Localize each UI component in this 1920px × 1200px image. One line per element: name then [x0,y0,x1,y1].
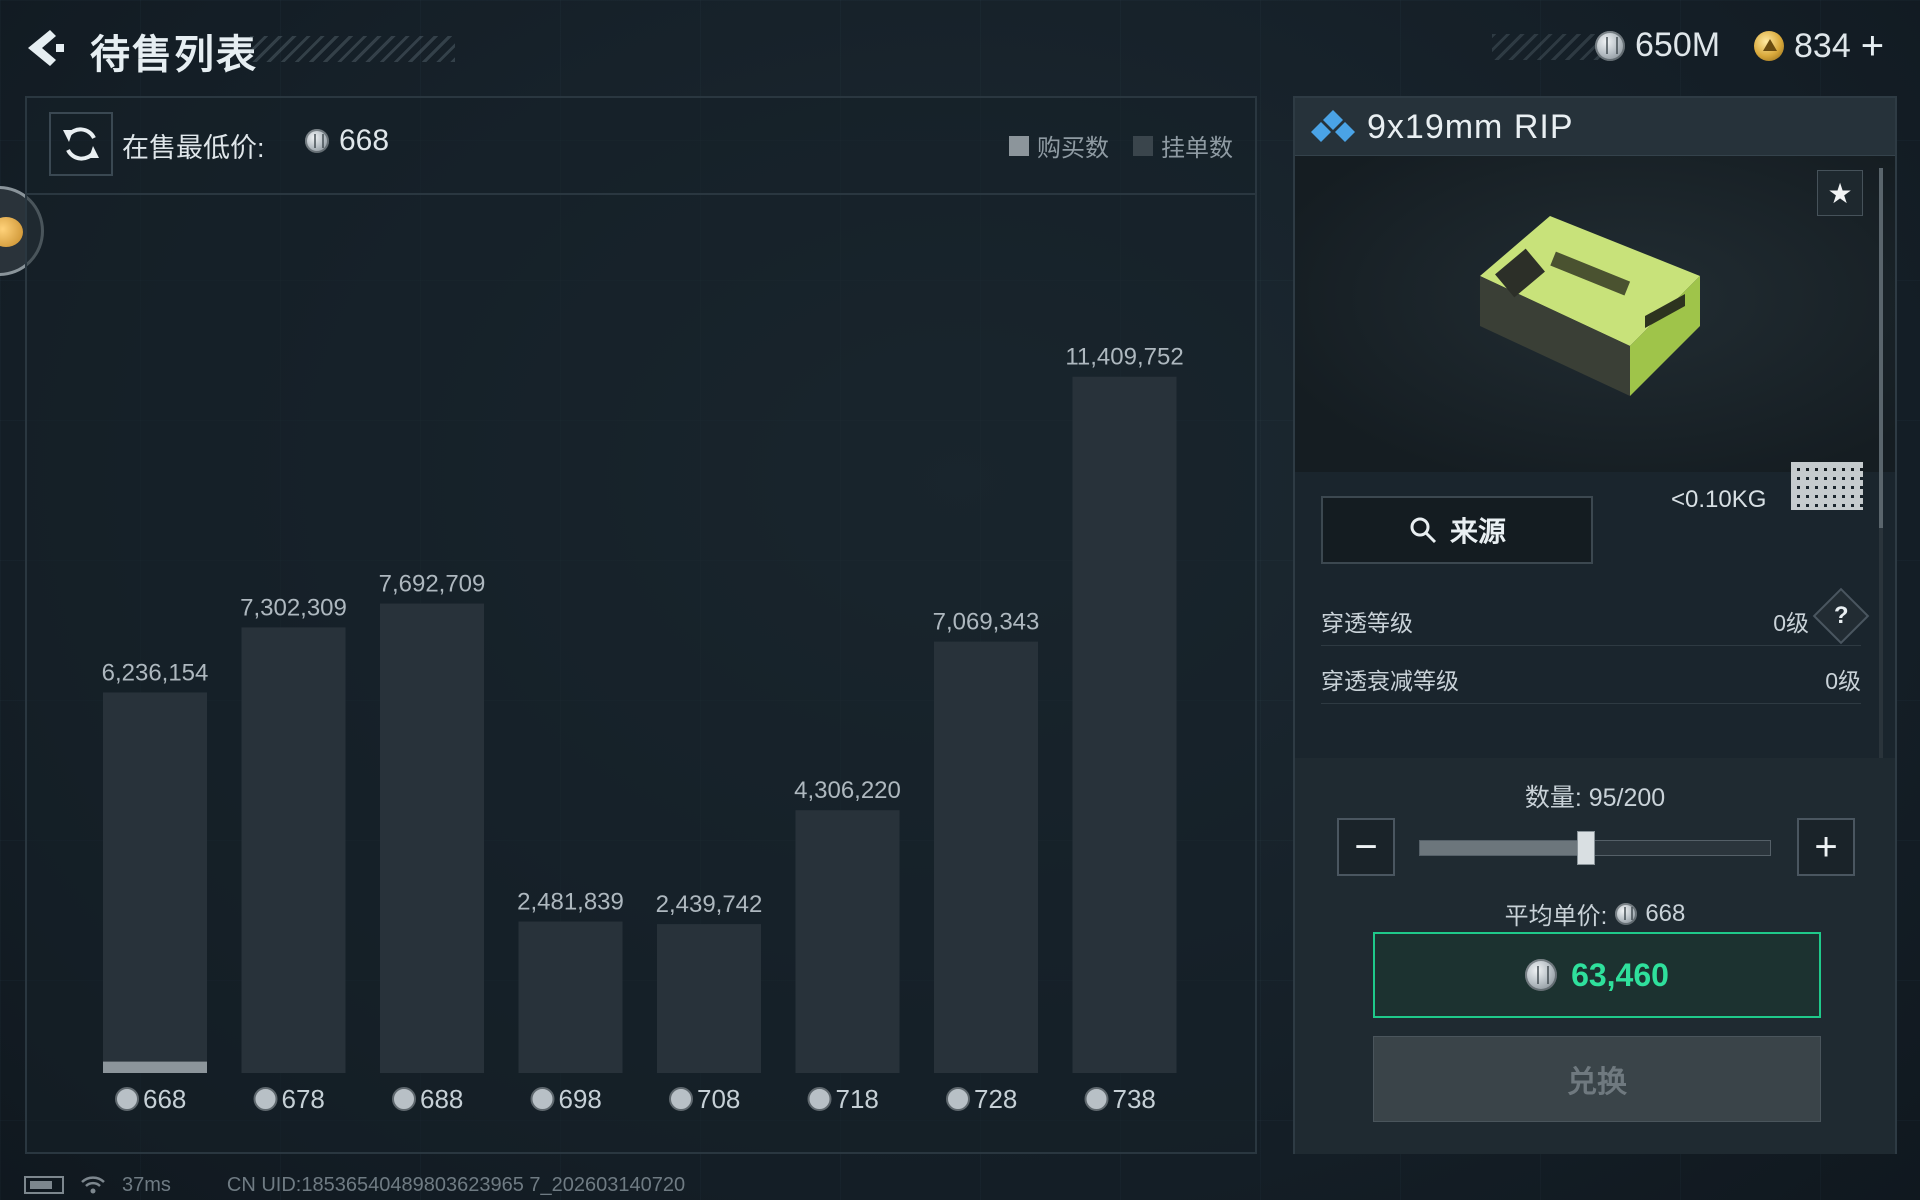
order-bar[interactable] [657,924,761,1073]
help-button[interactable]: ? [1812,587,1870,645]
attribute-row-penetration-decay: 穿透衰减等级 0级 [1321,646,1861,704]
order-bar[interactable] [380,603,484,1073]
silver-coin-icon [1525,959,1558,991]
gold-currency: 834 + [1754,26,1884,66]
price-tick-label: 708 [697,1084,740,1114]
add-currency-button[interactable]: + [1861,26,1884,66]
status-bar: 37ms CN UID:18536540489803623965 7_20260… [24,1172,685,1198]
gold-amount: 834 [1794,26,1851,65]
page-title: 待售列表 [90,33,258,77]
item-name: 9x19mm RIP [1367,108,1574,146]
price-bar-chart: 6,236,154 668 7,302,309 678 7,692,709 688 2,48… [102,344,1184,1114]
source-button-label: 来源 [1449,516,1506,547]
silver-coin-icon [530,1087,555,1111]
price-tick-label: 698 [559,1084,602,1114]
increase-quantity-button[interactable]: + [1797,818,1855,876]
attribute-row-penetration: 穿透等级 0级 ? [1321,587,1870,646]
exchange-button[interactable]: 兑换 [1373,1036,1821,1122]
wifi-icon [81,1176,105,1194]
bar-value-label: 2,439,742 [656,891,763,918]
average-price-label: 平均单价: [1504,903,1608,930]
uid-text: CN UID:18536540489803623965 7_2026031407… [226,1173,686,1196]
buy-bar [103,1061,207,1073]
purchase-area: 数量: 95/200 − + 平均单价: 668 63,460 兑换 [1295,758,1895,1154]
ping: 37ms [122,1173,171,1196]
total-price: 63,460 [1571,956,1669,993]
order-bar[interactable] [1072,376,1177,1073]
average-price-value: 668 [1645,899,1686,927]
quantity-slider-handle[interactable] [1577,831,1596,865]
order-bar[interactable] [795,810,900,1073]
bar-value-label: 11,409,752 [1065,344,1183,371]
favorite-button[interactable]: ★ [1817,170,1863,216]
exchange-button-label: 兑换 [1567,1066,1627,1099]
price-tick-label: 668 [143,1084,186,1114]
back-arrow-icon [28,30,64,66]
price-tick-label: 728 [974,1084,1017,1114]
silver-coin-icon [946,1087,970,1111]
silver-currency: 650M [1595,26,1720,65]
source-button[interactable]: 来源 [1321,496,1593,564]
order-bar[interactable] [103,692,207,1073]
currency-decoration [1492,34,1602,60]
minus-icon: − [1354,824,1378,869]
ammo-box-image [1480,216,1700,396]
bar-value-label: 6,236,154 [102,659,209,686]
price-tick-label: 718 [836,1084,879,1114]
attribute-label: 穿透等级 [1321,610,1413,636]
attribute-value: 0级 [1773,610,1809,636]
silver-coin-icon [115,1087,139,1111]
bar-value-label: 2,481,839 [517,889,624,916]
plus-icon: + [1814,824,1838,869]
silver-coin-icon [253,1087,278,1111]
total-price-box: 63,460 [1373,932,1821,1018]
title-decoration [250,36,455,62]
quantity-label: 数量: 95/200 [1524,784,1666,812]
item-weight: <0.10KG [1671,486,1767,513]
order-bar[interactable] [518,921,623,1073]
attribute-label: 穿透衰减等级 [1321,668,1459,694]
question-icon: ? [1833,601,1849,629]
price-chart-panel: 在售最低价: 668 购买数 挂单数 6,236,154 668 7,302,309… [25,96,1257,1154]
silver-coin-icon [807,1087,832,1111]
top-bar: 待售列表 650M 834 + [0,0,1920,96]
price-tick-label: 678 [282,1084,325,1114]
order-bar[interactable] [934,641,1038,1073]
price-tick-label: 738 [1113,1084,1156,1114]
quantity-slider[interactable] [1419,831,1771,865]
price-tick-label: 688 [420,1084,463,1114]
silver-coin-icon [669,1087,693,1111]
detail-scrollbar-thumb[interactable] [1879,168,1883,528]
bar-value-label: 7,069,343 [933,609,1040,636]
quantity-slider-fill [1420,841,1587,855]
item-rarity-icon [1311,110,1355,142]
back-button[interactable] [22,26,66,70]
silver-coin-icon [392,1087,416,1111]
bar-value-label: 7,692,709 [379,571,486,598]
battery-icon [24,1176,64,1194]
item-header: 9x19mm RIP [1295,98,1895,156]
silver-coin-icon [1595,30,1625,61]
order-bar[interactable] [241,627,346,1073]
average-price: 平均单价: 668 [1295,896,1895,931]
attribute-value: 0级 [1825,668,1861,694]
bar-value-label: 4,306,220 [794,777,901,804]
decrease-quantity-button[interactable]: − [1337,818,1395,876]
bar-value-label: 7,302,309 [240,594,347,621]
silver-coin-icon [1615,902,1638,925]
search-icon [1410,517,1437,544]
silver-amount: 650M [1635,26,1721,64]
silver-coin-icon [1084,1087,1109,1111]
item-detail-panel: 9x19mm RIP ★ <0.10KG 来源 穿透等级 0级 ? 穿透衰减等级… [1293,96,1897,1154]
gold-coin-icon [1754,31,1784,61]
item-image-area: ★ <0.10KG [1295,156,1895,513]
item-size-grid-icon [1791,462,1863,510]
star-icon: ★ [1827,177,1853,209]
